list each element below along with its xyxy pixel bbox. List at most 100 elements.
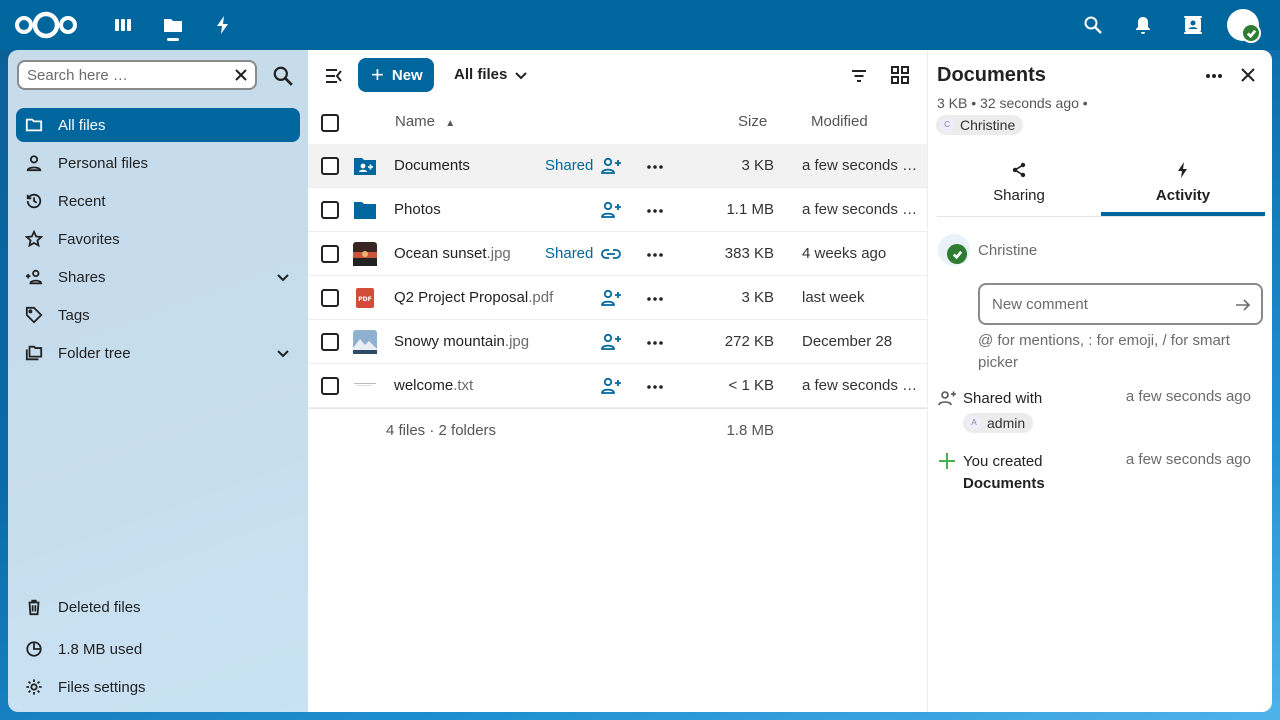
search-placeholder: Search here … [27,67,128,84]
column-name[interactable]: Name ▲ [395,113,455,130]
activity-icon[interactable] [211,13,235,37]
person-icon [24,153,44,173]
file-modified: a few seconds ago [802,157,920,174]
new-comment-input[interactable]: New comment [978,283,1263,325]
sidebar-item-folder-tree[interactable]: Folder tree [16,336,300,370]
search-icon[interactable] [1081,13,1105,37]
activity-event-shared: Shared with Aadmin a few seconds ago [937,388,1267,433]
file-size: 3 KB [741,289,774,306]
add-person-icon[interactable] [600,201,622,219]
sidebar-item-deleted-files[interactable]: Deleted files [16,590,300,624]
file-size: 383 KB [724,245,774,262]
search-submit-icon[interactable] [272,65,294,87]
row-checkbox[interactable] [321,377,339,395]
add-person-icon[interactable] [600,377,622,395]
nextcloud-logo[interactable] [14,10,78,40]
svg-text:PDF: PDF [358,296,371,303]
more-actions-icon[interactable] [646,246,664,264]
sidebar-item-personal-files[interactable]: Personal files [16,146,300,180]
owner-name: Christine [960,116,1016,133]
sidebar-item-files-settings[interactable]: Files settings [16,670,300,704]
more-actions-icon[interactable] [1204,66,1224,86]
dashboard-icon[interactable] [111,13,135,37]
star-icon [24,229,44,249]
table-row[interactable]: Ocean sunset.jpg Shared 383 KB 4 weeks ago [308,232,927,276]
shared-label[interactable]: Shared [545,157,593,174]
breadcrumb-label: All files [454,66,508,83]
file-name[interactable]: Photos [394,201,441,218]
owner-chip[interactable]: C Christine [936,114,1024,135]
user-avatar[interactable] [1227,9,1261,43]
link-icon[interactable] [600,245,622,263]
more-actions-icon[interactable] [646,334,664,352]
sidebar-item-tags[interactable]: Tags [16,298,300,332]
row-checkbox[interactable] [321,157,339,175]
table-row[interactable]: PDF Q2 Project Proposal.pdf 3 KB last week [308,276,927,320]
column-modified[interactable]: Modified [811,113,868,130]
admin-chip-label: admin [987,415,1026,431]
file-extension: .jpg [504,333,530,350]
table-row[interactable]: Snowy mountain.jpg 272 KB December 28 [308,320,927,364]
search-input[interactable]: Search here … [17,60,257,90]
contacts-icon[interactable] [1181,13,1205,37]
row-checkbox[interactable] [321,333,339,351]
add-person-icon[interactable] [600,333,622,351]
shared-folder-icon [353,154,377,178]
file-name[interactable]: Ocean sunset.jpg [394,245,511,262]
close-icon[interactable] [1239,66,1257,84]
row-checkbox[interactable] [321,289,339,307]
shared-label[interactable]: Shared [545,245,593,262]
sidebar-item-shares[interactable]: Shares [16,260,300,294]
more-actions-icon[interactable] [646,378,664,396]
toggle-navigation-icon[interactable] [324,66,344,86]
sidebar-item-recent[interactable]: Recent [16,184,300,218]
sidebar-item-all-files[interactable]: All files [16,108,300,142]
file-modified: 4 weeks ago [802,245,887,262]
table-row[interactable]: welcome.txt < 1 KB a few seconds ago [308,364,927,408]
grid-view-icon[interactable] [890,65,910,85]
chevron-down-icon[interactable] [276,270,290,284]
add-person-icon[interactable] [600,157,622,175]
file-size: < 1 KB [728,377,774,394]
file-basename: Q2 Project Proposal [394,289,529,306]
file-extension: .txt [453,377,474,394]
file-extension: .jpg [486,245,511,262]
row-checkbox[interactable] [321,245,339,263]
file-name[interactable]: Documents [394,157,470,174]
chevron-down-icon[interactable] [276,346,290,360]
sidebar-item-favorites[interactable]: Favorites [16,222,300,256]
clear-search-icon[interactable] [233,67,249,83]
column-size[interactable]: Size [738,113,767,130]
navigation-sidebar: Search here … All files Personal files R… [8,50,308,712]
more-actions-icon[interactable] [646,290,664,308]
table-row[interactable]: Documents Shared 3 KB a few seconds ago [308,144,927,188]
file-modified: December 28 [802,333,893,350]
table-header: Name ▲ Size Modified [308,100,927,144]
admin-chip[interactable]: Aadmin [963,413,1034,433]
filter-icon[interactable] [850,67,868,85]
notifications-icon[interactable] [1131,13,1155,37]
row-checkbox[interactable] [321,201,339,219]
add-person-icon[interactable] [600,289,622,307]
file-name[interactable]: Q2 Project Proposal.pdf [394,289,553,306]
folder-tree-icon [24,343,44,363]
tab-activity[interactable]: Activity [1101,158,1265,216]
tab-sharing[interactable]: Sharing [937,158,1101,216]
plus-icon: + [371,62,384,87]
breadcrumb[interactable]: All files [454,66,528,83]
top-bar [0,0,1280,50]
summary-counts: 4 files · 2 folders [386,422,497,439]
arrow-right-icon[interactable] [1235,297,1251,313]
online-status-icon [1241,23,1261,43]
new-button[interactable]: + New [358,58,434,92]
file-name[interactable]: welcome.txt [394,377,473,394]
event-target[interactable]: Documents [963,475,1045,492]
table-summary: 4 files · 2 folders 1.8 MB [308,408,927,452]
select-all-checkbox[interactable] [321,114,339,132]
more-actions-icon[interactable] [646,202,664,220]
table-row[interactable]: Photos 1.1 MB a few seconds ago [308,188,927,232]
file-name[interactable]: Snowy mountain.jpg [394,333,529,350]
more-actions-icon[interactable] [646,158,664,176]
files-icon[interactable] [161,13,185,37]
chevron-down-icon [515,71,528,79]
